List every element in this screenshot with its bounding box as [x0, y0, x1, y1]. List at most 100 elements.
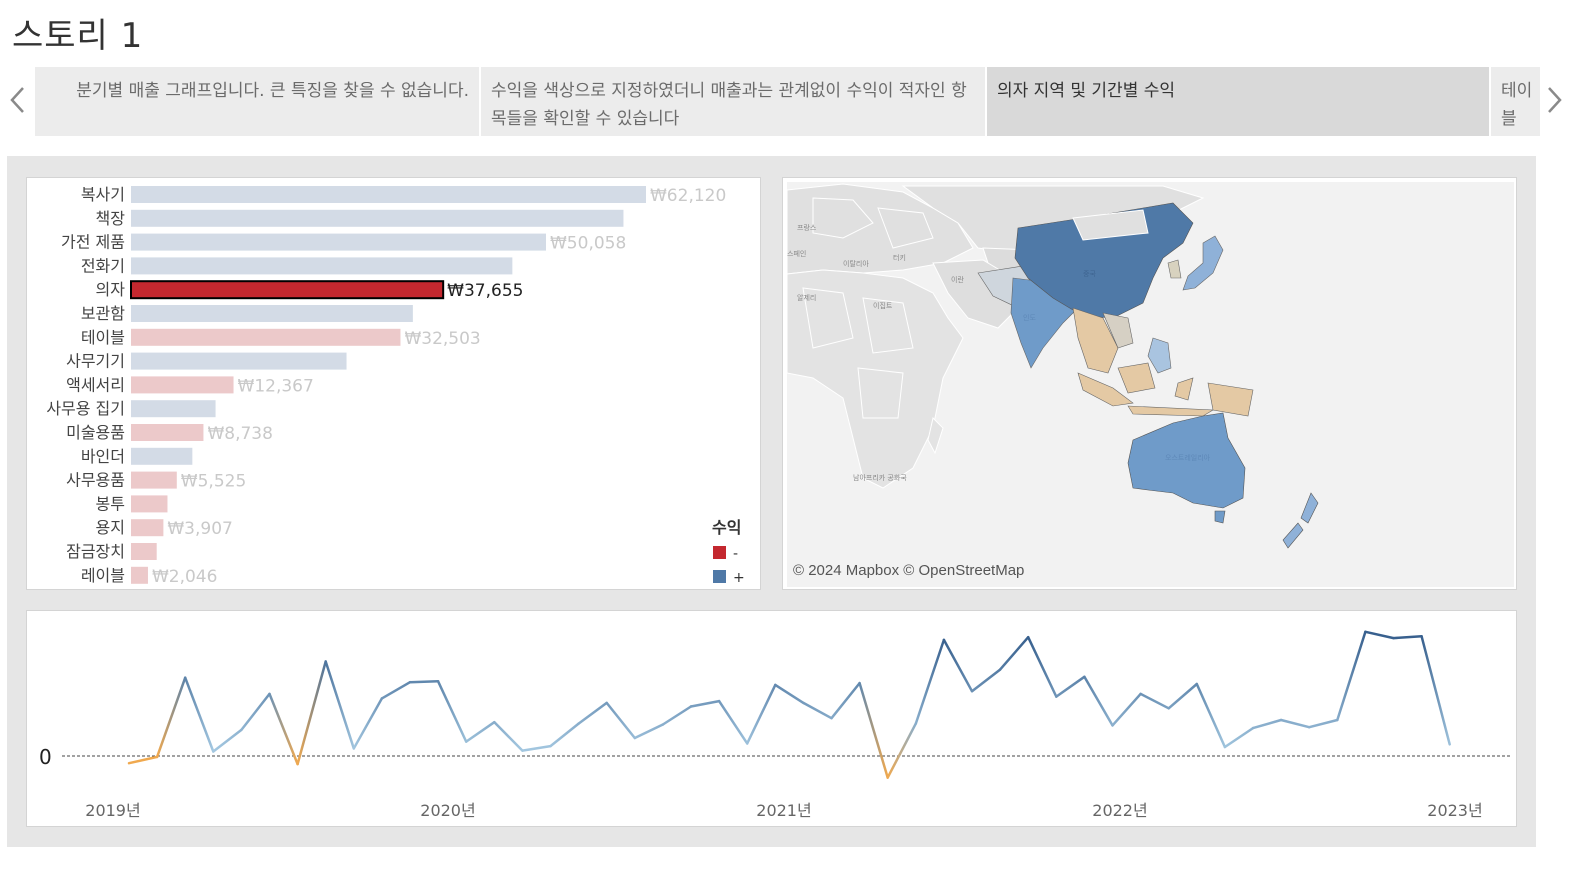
bar-value-label: ₩50,058 — [550, 234, 626, 254]
line-segment[interactable] — [689, 699, 721, 708]
bar-category-label: 전화기 — [81, 256, 125, 275]
line-segment[interactable] — [1364, 630, 1395, 640]
next-arrow-icon[interactable] — [1546, 82, 1564, 118]
line-segment[interactable] — [1279, 718, 1311, 729]
line-segment[interactable] — [1083, 675, 1114, 727]
map-label: 이란 — [951, 275, 964, 284]
line-segment[interactable] — [521, 744, 552, 752]
bar[interactable] — [131, 186, 646, 203]
bar[interactable] — [131, 233, 547, 251]
line-segment[interactable] — [970, 668, 1002, 693]
line-segment[interactable] — [436, 680, 468, 743]
line-segment[interactable] — [155, 676, 187, 759]
line-segment[interactable] — [493, 720, 524, 752]
map-label: 알제리 — [797, 293, 816, 302]
bar[interactable] — [131, 352, 347, 370]
story-point-2[interactable]: 수익을 색상으로 지정하였더니 매출과는 관계없이 수익이 적자인 항목들을 확… — [481, 67, 985, 136]
bar[interactable] — [131, 495, 168, 513]
line-segment[interactable] — [1111, 692, 1142, 727]
line-segment[interactable] — [942, 638, 974, 693]
line-segment[interactable] — [1392, 635, 1423, 640]
bar-category-label: 미술용품 — [66, 423, 125, 442]
line-segment[interactable] — [1026, 635, 1058, 698]
bar[interactable] — [131, 519, 164, 537]
bar-value-label: ₩8,738 — [207, 424, 272, 444]
bar[interactable] — [131, 328, 401, 346]
bar-value-label: ₩5,525 — [181, 472, 246, 492]
line-segment[interactable] — [886, 722, 918, 779]
line-segment[interactable] — [745, 683, 777, 745]
x-tick-label: 2021년 — [756, 801, 811, 820]
line-segment[interactable] — [633, 723, 665, 740]
zero-axis-label: 0 — [39, 745, 52, 769]
line-segment[interactable] — [1251, 718, 1283, 730]
legend-label-positive: + — [733, 570, 745, 586]
bar-category-label: 사무기기 — [66, 352, 125, 371]
bar[interactable] — [131, 376, 234, 394]
line-segment[interactable] — [1223, 726, 1255, 749]
legend-label-negative: - — [733, 546, 738, 562]
line-segment[interactable] — [183, 676, 215, 753]
story-point-1[interactable]: 분기별 매출 그래프입니다. 큰 특징을 찾을 수 없습니다. — [35, 67, 479, 136]
bar[interactable] — [131, 305, 413, 322]
line-segment[interactable] — [1420, 635, 1451, 746]
line-segment[interactable] — [830, 681, 861, 720]
line-segment[interactable] — [998, 635, 1030, 671]
bar-value-label: ₩2,046 — [152, 567, 217, 587]
story-point-3[interactable]: 의자 지역 및 기간별 수익 — [987, 67, 1489, 136]
map-attribution: © 2024 Mapbox © OpenStreetMap — [793, 562, 1025, 579]
bar[interactable] — [131, 424, 204, 441]
bar-category-label: 용지 — [96, 518, 125, 537]
bar[interactable] — [131, 257, 513, 275]
line-segment[interactable] — [408, 680, 440, 684]
bar-category-label: 의자 — [96, 280, 126, 299]
line-segment[interactable] — [352, 697, 384, 750]
line-segment[interactable] — [464, 720, 496, 743]
line-segment[interactable] — [1055, 675, 1086, 698]
line-segment[interactable] — [1307, 718, 1339, 729]
line-segment[interactable] — [661, 705, 693, 726]
bar[interactable] — [131, 566, 148, 584]
x-tick-label: 2023년 — [1427, 801, 1482, 820]
map-label: 스페인 — [787, 249, 806, 258]
previous-arrow-icon[interactable] — [8, 82, 26, 118]
line-segment[interactable] — [296, 660, 327, 766]
map-label: 남아프리카 공화국 — [853, 473, 907, 482]
line-segment[interactable] — [1336, 630, 1367, 722]
bar-category-label: 복사기 — [81, 185, 125, 204]
line-segment[interactable] — [268, 692, 299, 766]
bar[interactable] — [131, 400, 216, 418]
line-segment[interactable] — [577, 701, 608, 725]
line-segment[interactable] — [380, 680, 412, 700]
story-point-4[interactable]: 테이블 가장 — [1491, 67, 1540, 136]
line-segment[interactable] — [1139, 692, 1170, 710]
bar-category-label: 테이블 — [81, 328, 125, 347]
line-segment[interactable] — [1167, 682, 1199, 710]
bar[interactable] — [131, 471, 177, 489]
line-segment[interactable] — [127, 755, 159, 765]
bar[interactable] — [131, 447, 193, 465]
line-segment[interactable] — [605, 701, 637, 740]
bar-category-label: 레이블 — [81, 566, 125, 585]
bar-value-label: ₩3,907 — [167, 519, 232, 539]
line-segment[interactable] — [858, 681, 889, 779]
profit-map[interactable]: 프랑스 스페인 이탈리아 터키 이란 이집트 알제리 중국 인도 남아프리카 공… — [782, 177, 1517, 590]
line-segment[interactable] — [914, 638, 946, 725]
bar[interactable] — [130, 280, 445, 300]
line-chart-svg: 0 2019년 2020년 2021년 2022년 2023년 — [39, 630, 1511, 820]
map-svg: 프랑스 스페인 이탈리아 터키 이란 이집트 알제리 중국 인도 남아프리카 공… — [786, 182, 1514, 587]
bar-value-label: ₩12,367 — [238, 376, 314, 396]
line-segment[interactable] — [802, 701, 833, 720]
line-segment[interactable] — [549, 722, 580, 748]
line-segment[interactable] — [774, 683, 805, 705]
line-segment[interactable] — [717, 699, 749, 745]
line-segment[interactable] — [1195, 682, 1227, 749]
map-label: 중국 — [1083, 270, 1096, 278]
bar[interactable] — [131, 209, 624, 227]
legend-swatch-negative — [713, 546, 726, 559]
line-segment[interactable] — [324, 660, 356, 750]
line-segment[interactable] — [240, 692, 271, 732]
line-segment[interactable] — [212, 728, 243, 753]
bar-category-label: 바인더 — [81, 447, 125, 466]
bar[interactable] — [131, 543, 157, 560]
